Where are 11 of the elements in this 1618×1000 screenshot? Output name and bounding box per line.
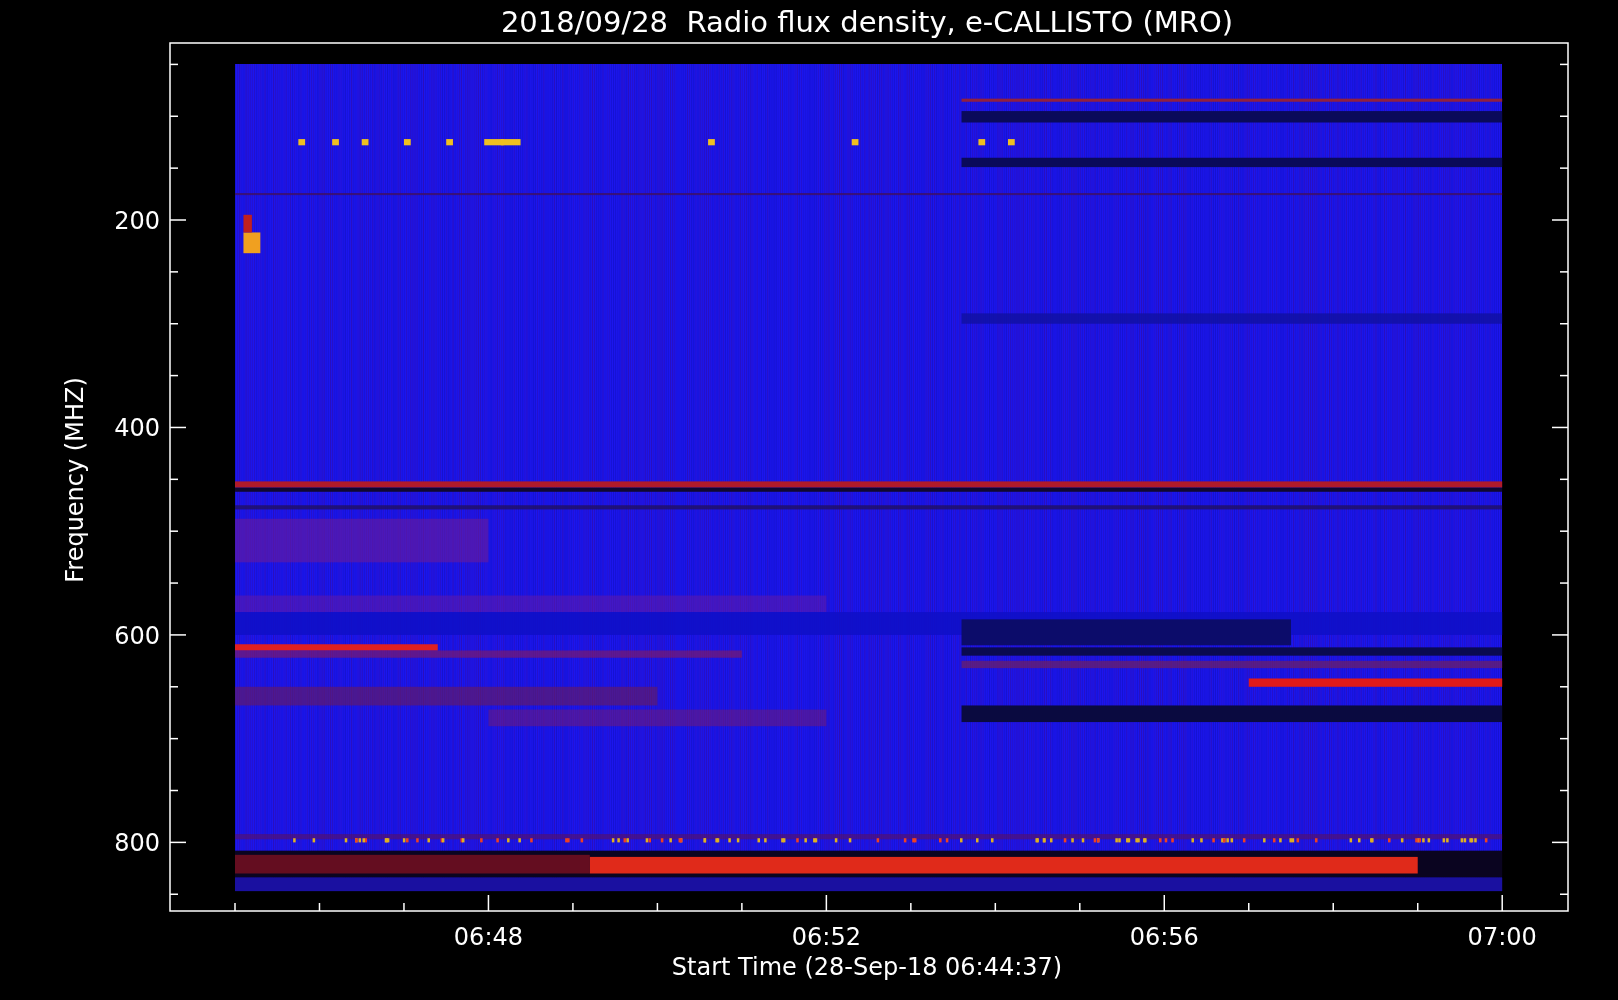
y-tick-label: 400 [114,414,160,443]
chart-title: 2018/09/28 Radio flux density, e-CALLISTO (MRO) [500,5,1234,39]
x-axis-label: Start Time (28-Sep-18 06:44:37) [671,953,1063,981]
y-tick-label: 200 [114,207,160,235]
y-axis-label: Frequency (MHZ) [61,377,89,583]
x-tick-label: 06:48 [453,923,524,951]
x-tick-label: 07:00 [1467,923,1537,951]
y-tick-label: 600 [114,621,160,650]
x-tick-label: 06:52 [791,923,861,951]
x-tick-label: 06:56 [1129,923,1199,951]
y-tick-label: 800 [114,829,160,858]
